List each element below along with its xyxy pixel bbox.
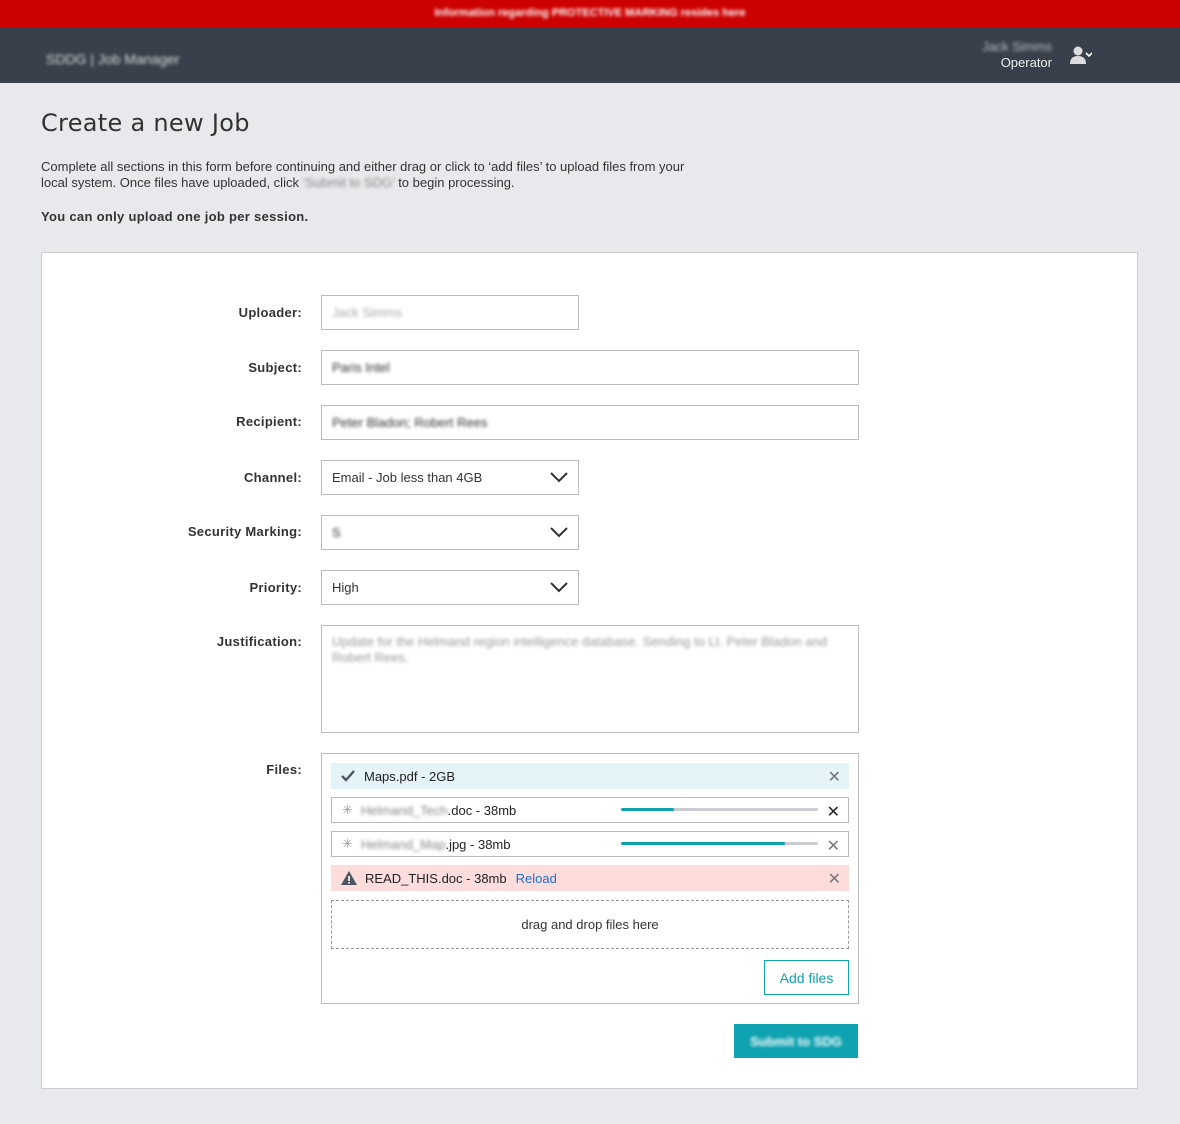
intro-text: Complete all sections in this form befor…	[41, 159, 685, 190]
brand: SDDG | Job Manager	[46, 51, 180, 67]
justification-label: Justification:	[216, 634, 302, 649]
drop-zone[interactable]: drag and drop files here	[331, 900, 849, 949]
chevron-down-icon	[550, 472, 568, 483]
channel-select[interactable]: Email - Job less than 4GB	[321, 460, 579, 495]
justification-textarea[interactable]: Update for the Helmand region intelligen…	[321, 625, 859, 733]
submit-button[interactable]: Submit to SDG	[734, 1024, 858, 1058]
add-files-button[interactable]: Add files	[764, 960, 849, 995]
user-role: Operator	[1000, 55, 1052, 70]
priority-select[interactable]: High	[321, 570, 579, 605]
subject-field[interactable]: Paris Intel	[321, 350, 859, 385]
files-panel: Maps.pdf - 2GB ✕ ✳ Helmand_Tech .doc - 38…	[321, 753, 859, 1004]
recipient-label: Recipient:	[236, 414, 302, 429]
banner-text: Information regarding PROTECTIVE MARKING…	[434, 7, 746, 19]
reload-link[interactable]: Reload	[516, 871, 557, 886]
file-item: ✳ Helmand_Map .jpg - 38mb ✕	[331, 831, 849, 857]
chevron-down-icon	[550, 527, 568, 538]
user-menu-icon[interactable]	[1070, 45, 1092, 67]
file-item: ✳ Helmand_Tech .doc - 38mb ✕	[331, 797, 849, 823]
warning-icon	[341, 871, 357, 885]
remove-file-button[interactable]: ✕	[828, 869, 841, 889]
channel-label: Channel:	[243, 470, 302, 485]
spinner-icon: ✳	[342, 802, 353, 817]
top-bar: SDDG | Job Manager Jack Simms Operator	[0, 27, 1180, 83]
user-info[interactable]: Jack Simms Operator	[982, 39, 1052, 71]
security-marking-select[interactable]: S	[321, 515, 579, 550]
user-name: Jack Simms	[981, 39, 1052, 54]
job-form: Uploader: Jack Simms Subject: Paris Inte…	[41, 252, 1138, 1089]
protective-marking-banner: Information regarding PROTECTIVE MARKING…	[0, 0, 1180, 27]
recipient-field[interactable]: Peter Bladon; Robert Rees	[321, 405, 859, 440]
page-title: Create a new Job	[41, 109, 250, 137]
upload-progress-bar	[621, 842, 818, 845]
subject-label: Subject:	[248, 360, 302, 375]
upload-progress-bar	[621, 808, 818, 811]
uploader-label: Uploader:	[238, 305, 302, 320]
file-item: READ_THIS.doc - 38mb Reload ✕	[331, 865, 849, 891]
files-label: Files:	[266, 762, 302, 777]
priority-label: Priority:	[249, 580, 302, 595]
check-icon	[341, 770, 355, 782]
security-marking-label: Security Marking:	[187, 524, 302, 539]
spinner-icon: ✳	[342, 836, 353, 851]
cancel-upload-button[interactable]: ✕	[827, 802, 840, 822]
remove-file-button[interactable]: ✕	[828, 767, 841, 787]
uploader-field[interactable]: Jack Simms	[321, 295, 579, 330]
session-note: You can only upload one job per session.	[41, 209, 309, 224]
file-item: Maps.pdf - 2GB ✕	[331, 763, 849, 789]
chevron-down-icon	[550, 582, 568, 593]
cancel-upload-button[interactable]: ✕	[827, 836, 840, 856]
